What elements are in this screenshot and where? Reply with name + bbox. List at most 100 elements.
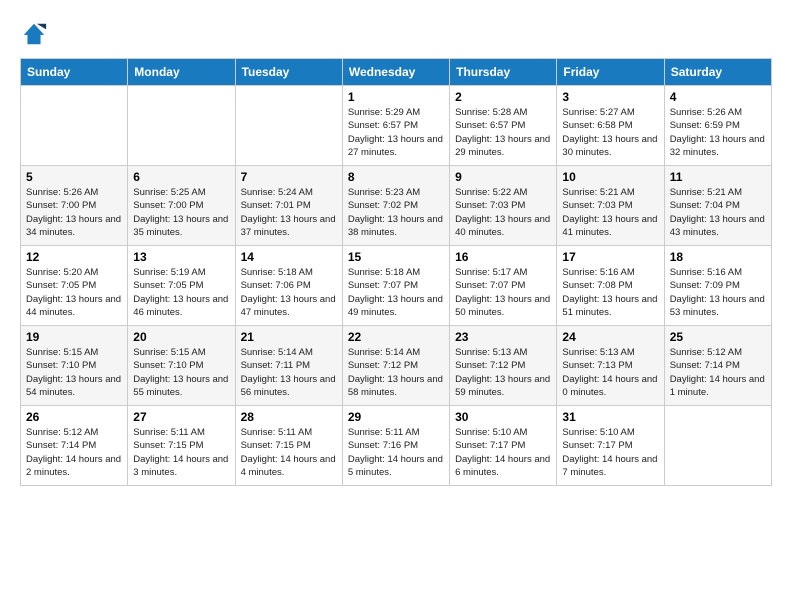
day-number: 5 — [26, 170, 122, 184]
day-info: Sunrise: 5:21 AM Sunset: 7:03 PM Dayligh… — [562, 186, 658, 239]
day-number: 11 — [670, 170, 766, 184]
day-info: Sunrise: 5:12 AM Sunset: 7:14 PM Dayligh… — [670, 346, 766, 399]
calendar-header: SundayMondayTuesdayWednesdayThursdayFrid… — [21, 59, 772, 86]
day-info: Sunrise: 5:15 AM Sunset: 7:10 PM Dayligh… — [133, 346, 229, 399]
calendar-cell: 6 Sunrise: 5:25 AM Sunset: 7:00 PM Daylig… — [128, 166, 235, 246]
calendar-cell — [235, 86, 342, 166]
day-info: Sunrise: 5:28 AM Sunset: 6:57 PM Dayligh… — [455, 106, 551, 159]
day-info: Sunrise: 5:22 AM Sunset: 7:03 PM Dayligh… — [455, 186, 551, 239]
calendar-cell: 16Sunrise: 5:17 AM Sunset: 7:07 PM Dayli… — [450, 246, 557, 326]
calendar-week-row: 5 Sunrise: 5:26 AM Sunset: 7:00 PM Daylig… — [21, 166, 772, 246]
day-number: 15 — [348, 250, 444, 264]
day-number: 14 — [241, 250, 337, 264]
header-row: SundayMondayTuesdayWednesdayThursdayFrid… — [21, 59, 772, 86]
day-number: 25 — [670, 330, 766, 344]
calendar-cell: 29Sunrise: 5:11 AM Sunset: 7:16 PM Dayli… — [342, 406, 449, 486]
calendar-cell: 22Sunrise: 5:14 AM Sunset: 7:12 PM Dayli… — [342, 326, 449, 406]
header-day: Tuesday — [235, 59, 342, 86]
calendar-cell: 25 Sunrise: 5:12 AM Sunset: 7:14 PM Dayli… — [664, 326, 771, 406]
day-info: Sunrise: 5:13 AM Sunset: 7:13 PM Dayligh… — [562, 346, 658, 399]
day-number: 7 — [241, 170, 337, 184]
day-number: 6 — [133, 170, 229, 184]
calendar-cell: 21 Sunrise: 5:14 AM Sunset: 7:11 PM Dayli… — [235, 326, 342, 406]
day-number: 4 — [670, 90, 766, 104]
day-info: Sunrise: 5:14 AM Sunset: 7:11 PM Dayligh… — [241, 346, 337, 399]
calendar-cell: 9 Sunrise: 5:22 AM Sunset: 7:03 PM Daylig… — [450, 166, 557, 246]
day-info: Sunrise: 5:14 AM Sunset: 7:12 PM Dayligh… — [348, 346, 444, 399]
day-number: 8 — [348, 170, 444, 184]
calendar-table: SundayMondayTuesdayWednesdayThursdayFrid… — [20, 58, 772, 486]
calendar-cell: 15Sunrise: 5:18 AM Sunset: 7:07 PM Dayli… — [342, 246, 449, 326]
day-number: 24 — [562, 330, 658, 344]
calendar-week-row: 19Sunrise: 5:15 AM Sunset: 7:10 PM Dayli… — [21, 326, 772, 406]
day-info: Sunrise: 5:10 AM Sunset: 7:17 PM Dayligh… — [455, 426, 551, 479]
day-info: Sunrise: 5:27 AM Sunset: 6:58 PM Dayligh… — [562, 106, 658, 159]
day-info: Sunrise: 5:12 AM Sunset: 7:14 PM Dayligh… — [26, 426, 122, 479]
day-info: Sunrise: 5:18 AM Sunset: 7:06 PM Dayligh… — [241, 266, 337, 319]
day-number: 9 — [455, 170, 551, 184]
calendar-cell: 10 Sunrise: 5:21 AM Sunset: 7:03 PM Dayli… — [557, 166, 664, 246]
day-info: Sunrise: 5:25 AM Sunset: 7:00 PM Dayligh… — [133, 186, 229, 239]
header-day: Saturday — [664, 59, 771, 86]
calendar-week-row: 12Sunrise: 5:20 AM Sunset: 7:05 PM Dayli… — [21, 246, 772, 326]
day-info: Sunrise: 5:23 AM Sunset: 7:02 PM Dayligh… — [348, 186, 444, 239]
calendar-cell: 11 Sunrise: 5:21 AM Sunset: 7:04 PM Dayli… — [664, 166, 771, 246]
day-info: Sunrise: 5:11 AM Sunset: 7:15 PM Dayligh… — [241, 426, 337, 479]
day-info: Sunrise: 5:24 AM Sunset: 7:01 PM Dayligh… — [241, 186, 337, 239]
day-info: Sunrise: 5:16 AM Sunset: 7:08 PM Dayligh… — [562, 266, 658, 319]
logo — [20, 20, 52, 48]
day-number: 26 — [26, 410, 122, 424]
calendar-cell: 28 Sunrise: 5:11 AM Sunset: 7:15 PM Dayli… — [235, 406, 342, 486]
calendar-cell: 31 Sunrise: 5:10 AM Sunset: 7:17 PM Dayli… — [557, 406, 664, 486]
header-day: Sunday — [21, 59, 128, 86]
calendar-cell: 23 Sunrise: 5:13 AM Sunset: 7:12 PM Dayli… — [450, 326, 557, 406]
day-number: 12 — [26, 250, 122, 264]
day-number: 13 — [133, 250, 229, 264]
day-info: Sunrise: 5:16 AM Sunset: 7:09 PM Dayligh… — [670, 266, 766, 319]
calendar-cell: 18 Sunrise: 5:16 AM Sunset: 7:09 PM Dayli… — [664, 246, 771, 326]
day-number: 30 — [455, 410, 551, 424]
day-number: 31 — [562, 410, 658, 424]
calendar-body: 1 Sunrise: 5:29 AM Sunset: 6:57 PM Daylig… — [21, 86, 772, 486]
day-info: Sunrise: 5:15 AM Sunset: 7:10 PM Dayligh… — [26, 346, 122, 399]
day-info: Sunrise: 5:10 AM Sunset: 7:17 PM Dayligh… — [562, 426, 658, 479]
calendar-cell: 30 Sunrise: 5:10 AM Sunset: 7:17 PM Dayli… — [450, 406, 557, 486]
calendar-cell: 20 Sunrise: 5:15 AM Sunset: 7:10 PM Dayli… — [128, 326, 235, 406]
day-number: 10 — [562, 170, 658, 184]
day-info: Sunrise: 5:29 AM Sunset: 6:57 PM Dayligh… — [348, 106, 444, 159]
calendar-cell — [21, 86, 128, 166]
calendar-cell — [128, 86, 235, 166]
calendar-week-row: 1 Sunrise: 5:29 AM Sunset: 6:57 PM Daylig… — [21, 86, 772, 166]
calendar-cell: 5 Sunrise: 5:26 AM Sunset: 7:00 PM Daylig… — [21, 166, 128, 246]
calendar-cell: 8 Sunrise: 5:23 AM Sunset: 7:02 PM Daylig… — [342, 166, 449, 246]
header-day: Thursday — [450, 59, 557, 86]
day-info: Sunrise: 5:13 AM Sunset: 7:12 PM Dayligh… — [455, 346, 551, 399]
calendar-cell: 24 Sunrise: 5:13 AM Sunset: 7:13 PM Dayli… — [557, 326, 664, 406]
day-number: 18 — [670, 250, 766, 264]
day-number: 1 — [348, 90, 444, 104]
day-number: 3 — [562, 90, 658, 104]
day-number: 23 — [455, 330, 551, 344]
day-number: 17 — [562, 250, 658, 264]
header-day: Wednesday — [342, 59, 449, 86]
header-day: Monday — [128, 59, 235, 86]
day-number: 20 — [133, 330, 229, 344]
calendar-cell: 19Sunrise: 5:15 AM Sunset: 7:10 PM Dayli… — [21, 326, 128, 406]
calendar-cell: 27 Sunrise: 5:11 AM Sunset: 7:15 PM Dayli… — [128, 406, 235, 486]
calendar-cell: 17 Sunrise: 5:16 AM Sunset: 7:08 PM Dayli… — [557, 246, 664, 326]
page-header — [20, 20, 772, 48]
calendar-cell: 1 Sunrise: 5:29 AM Sunset: 6:57 PM Daylig… — [342, 86, 449, 166]
day-info: Sunrise: 5:21 AM Sunset: 7:04 PM Dayligh… — [670, 186, 766, 239]
calendar-cell: 26 Sunrise: 5:12 AM Sunset: 7:14 PM Dayli… — [21, 406, 128, 486]
day-info: Sunrise: 5:11 AM Sunset: 7:15 PM Dayligh… — [133, 426, 229, 479]
day-info: Sunrise: 5:26 AM Sunset: 7:00 PM Dayligh… — [26, 186, 122, 239]
day-number: 27 — [133, 410, 229, 424]
calendar-cell: 4 Sunrise: 5:26 AM Sunset: 6:59 PM Daylig… — [664, 86, 771, 166]
day-number: 28 — [241, 410, 337, 424]
day-number: 16 — [455, 250, 551, 264]
header-day: Friday — [557, 59, 664, 86]
day-info: Sunrise: 5:26 AM Sunset: 6:59 PM Dayligh… — [670, 106, 766, 159]
day-number: 2 — [455, 90, 551, 104]
calendar-cell — [664, 406, 771, 486]
day-number: 21 — [241, 330, 337, 344]
